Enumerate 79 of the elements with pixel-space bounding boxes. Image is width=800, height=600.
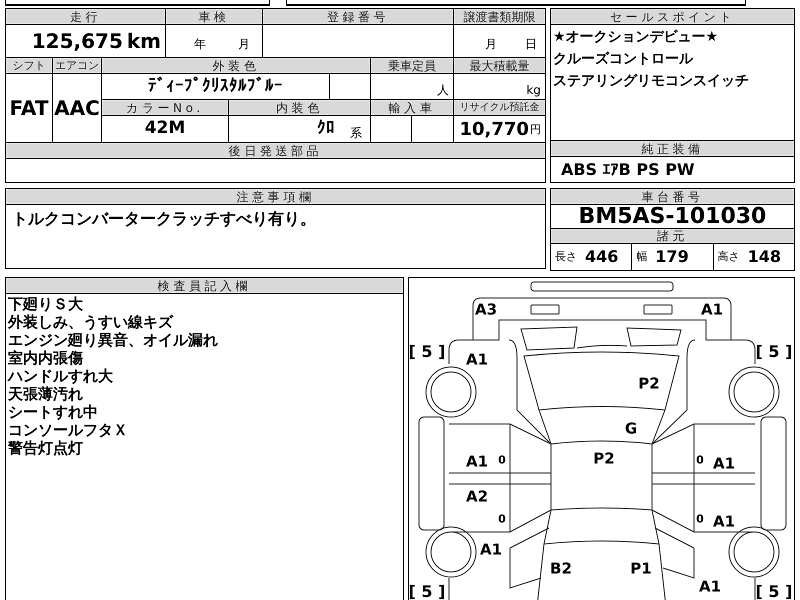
damage-code: A2 (466, 490, 488, 504)
dimension-label: 高さ (718, 248, 740, 265)
damage-code: A1 (700, 302, 723, 318)
unit-label: 年 (194, 36, 206, 53)
inspector-note: 室内内張傷 (8, 349, 84, 367)
damage-code: P1 (630, 562, 652, 576)
section-header: 検査員記入欄 (6, 278, 403, 293)
damage-code: 0 (498, 514, 506, 524)
damage-code: A1 (698, 580, 721, 594)
column-header: 輸入車 (371, 100, 453, 115)
damage-code: G (624, 422, 638, 436)
unit-label: 日 (524, 36, 537, 53)
inspector-note: 外装しみ、うすい線キズ (8, 313, 174, 331)
column-header: シフト (6, 58, 52, 73)
damage-code: [ 5 ] (408, 584, 446, 600)
column-header: 車検 (166, 9, 262, 24)
column-header: 外装色 (102, 58, 370, 73)
damage-code: P2 (638, 376, 660, 392)
damage-code: 0 (696, 454, 704, 466)
damage-code: [ 5 ] (756, 584, 792, 600)
column-header: リサイクル預託金 (454, 100, 545, 115)
notes-text: トルクコンバータークラッチすべり有り。 (12, 208, 316, 230)
dimension-label: 幅 (636, 248, 648, 265)
unit-label: 系 (350, 125, 362, 142)
chassis-number: BM5AS-101030 (578, 203, 766, 230)
exterior-color-value: ﾃﾞｨｰﾌﾟｸﾘｽﾀﾙﾌﾞﾙｰ (148, 74, 283, 98)
damage-code: A1 (466, 352, 488, 368)
sales-point-text: ステアリングリモコンスイッチ (552, 72, 750, 91)
dimension-value: 148 (748, 246, 782, 268)
unit-label: kg (526, 82, 541, 99)
column-header: カラーNo. (102, 100, 228, 115)
inspector-note: シートすれ中 (8, 403, 99, 421)
damage-code: A1 (466, 454, 488, 470)
sales-point-text: ★オークションデビュー★ (552, 28, 720, 47)
unit-label: 人 (437, 82, 449, 99)
dimension-value: 446 (584, 246, 618, 268)
damage-code: P2 (593, 452, 615, 466)
damage-code: [ 5 ] (408, 344, 446, 360)
column-header: 最大積載量 (454, 58, 545, 73)
mileage-value: 125,675 (32, 28, 123, 55)
section-header: 純正装備 (550, 141, 794, 156)
section-header: 車台番号 (550, 189, 794, 204)
unit-label: 月 (484, 36, 497, 53)
column-header: 走行 (6, 9, 165, 24)
column-header: 後日発送部品 (6, 143, 545, 158)
damage-code: A1 (712, 456, 735, 472)
recycle-fee-value: 10,770 (459, 118, 529, 142)
shift-value: FAT (10, 95, 48, 122)
column-header: 乗車定員 (371, 58, 453, 73)
section-header: セールスポイント (550, 9, 794, 24)
unit-label: 円 (530, 122, 541, 138)
unit-label: 月 (238, 36, 250, 53)
inspector-note: ハンドルすれ大 (8, 367, 114, 385)
unit-label: km (126, 28, 161, 55)
inspector-note: コンソールフタＸ (8, 421, 129, 439)
column-header: 内装色 (229, 100, 370, 115)
dimension-value: 179 (655, 246, 689, 268)
damage-code: B2 (550, 562, 572, 576)
dimension-label: 長さ (554, 248, 577, 265)
section-header: 注意事項欄 (6, 189, 545, 204)
inspector-note: エンジン廻り異音、オイル漏れ (8, 331, 219, 349)
column-header: 登録番号 (263, 9, 453, 24)
damage-code: 0 (498, 454, 506, 466)
damage-code: A1 (712, 514, 735, 530)
section-header: 諸元 (550, 229, 794, 243)
interior-color-value: ｸﾛ (317, 117, 335, 140)
inspector-note: 天張薄汚れ (8, 385, 84, 403)
inspector-note: 下廻りＳ大 (8, 295, 84, 313)
damage-code: 0 (696, 514, 704, 524)
damage-code: A1 (480, 542, 502, 558)
damage-code: A3 (474, 302, 497, 318)
column-header: 譲渡書類期限 (454, 9, 545, 24)
damage-code: [ 5 ] (756, 344, 792, 360)
color-number-value: 42M (144, 117, 186, 140)
sales-point-text: クルーズコントロール (552, 50, 694, 69)
column-header: エアコン (53, 58, 101, 73)
equipment-value: ABS ｴｱB PS PW (560, 158, 695, 180)
aircon-value: AAC (54, 95, 100, 122)
inspector-note: 警告灯点灯 (8, 439, 84, 457)
